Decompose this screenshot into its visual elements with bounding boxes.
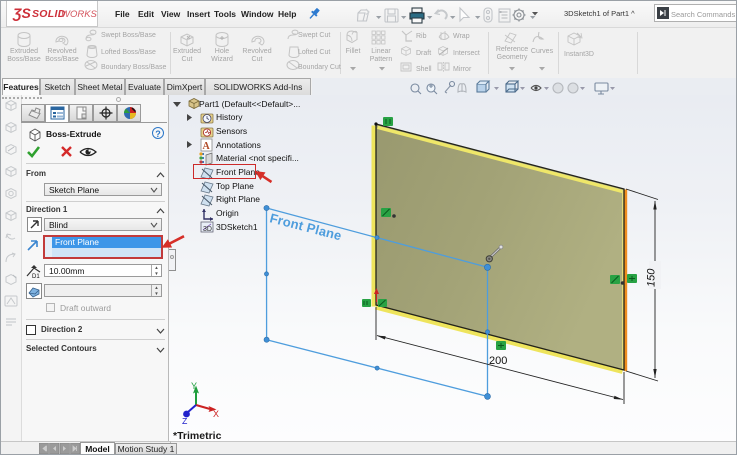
svg-text:X: X xyxy=(213,409,219,419)
svg-text:Y: Y xyxy=(191,381,197,391)
svg-text:A: A xyxy=(203,141,211,152)
svg-text:Z: Z xyxy=(182,417,188,427)
svg-text:ƷS: ƷS xyxy=(12,5,32,21)
svg-text:WORKS: WORKS xyxy=(61,9,98,20)
svg-text:3D: 3D xyxy=(203,226,212,233)
svg-text:D1: D1 xyxy=(32,274,40,279)
svg-text:150: 150 xyxy=(646,268,658,287)
svg-text:200: 200 xyxy=(489,355,507,367)
